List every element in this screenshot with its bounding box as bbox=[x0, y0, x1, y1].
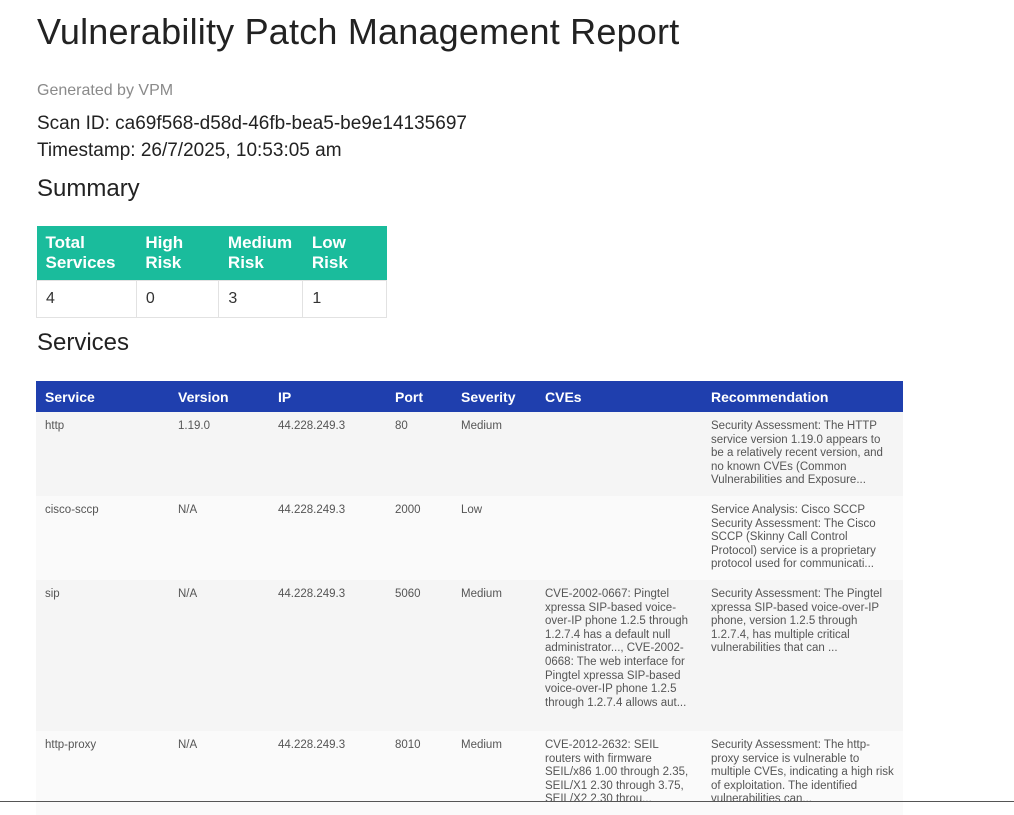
summary-header-total: Total Services bbox=[36, 226, 137, 281]
service-name: http bbox=[36, 412, 169, 496]
table-row: http-proxy N/A 44.228.249.3 8010 Medium … bbox=[36, 731, 903, 815]
service-version: N/A bbox=[169, 580, 269, 731]
table-row: cisco-sccp N/A 44.228.249.3 2000 Low Ser… bbox=[36, 496, 903, 580]
service-recommendation: Security Assessment: The Pingtel xpressa… bbox=[702, 580, 903, 731]
service-name: sip bbox=[36, 580, 169, 731]
services-table: Service Version IP Port Severity CVEs Re… bbox=[36, 381, 903, 815]
service-version: 1.19.0 bbox=[169, 412, 269, 496]
service-severity: Medium bbox=[452, 731, 536, 815]
report-title: Vulnerability Patch Management Report bbox=[37, 11, 680, 52]
summary-total-value: 4 bbox=[36, 280, 137, 318]
generated-by-label: Generated by VPM bbox=[37, 82, 174, 99]
summary-header-medium: Medium Risk bbox=[218, 226, 303, 281]
service-name: http-proxy bbox=[36, 731, 169, 815]
header-port: Port bbox=[386, 381, 452, 412]
summary-heading: Summary bbox=[37, 175, 140, 202]
service-cves bbox=[536, 412, 702, 496]
summary-low-value: 1 bbox=[302, 280, 387, 318]
summary-values-row: 4 0 3 1 bbox=[36, 280, 387, 318]
summary-high-value: 0 bbox=[135, 280, 220, 318]
page-bottom-divider bbox=[0, 801, 1014, 802]
header-recommendation: Recommendation bbox=[702, 381, 903, 412]
summary-medium-value: 3 bbox=[218, 280, 304, 318]
scan-id: Scan ID: ca69f568-d58d-46fb-bea5-be9e141… bbox=[37, 113, 467, 134]
service-ip: 44.228.249.3 bbox=[269, 580, 386, 731]
services-heading: Services bbox=[37, 329, 130, 356]
service-port: 8010 bbox=[386, 731, 452, 815]
table-row: sip N/A 44.228.249.3 5060 Medium CVE-200… bbox=[36, 580, 903, 731]
service-severity: Medium bbox=[452, 580, 536, 731]
summary-table: Total Services High Risk Medium Risk Low… bbox=[36, 226, 387, 318]
service-ip: 44.228.249.3 bbox=[269, 731, 386, 815]
service-recommendation: Security Assessment: The http-proxy serv… bbox=[702, 731, 903, 815]
service-severity: Low bbox=[452, 496, 536, 580]
table-row: http 1.19.0 44.228.249.3 80 Medium Secur… bbox=[36, 412, 903, 496]
service-cves: CVE-2002-0667: Pingtel xpressa SIP-based… bbox=[536, 580, 702, 731]
service-name: cisco-sccp bbox=[36, 496, 169, 580]
service-cves bbox=[536, 496, 702, 580]
service-ip: 44.228.249.3 bbox=[269, 412, 386, 496]
service-version: N/A bbox=[169, 731, 269, 815]
service-recommendation: Security Assessment: The HTTP service ve… bbox=[702, 412, 903, 496]
service-recommendation: Service Analysis: Cisco SCCP Security As… bbox=[702, 496, 903, 580]
header-cves: CVEs bbox=[536, 381, 702, 412]
header-version: Version bbox=[169, 381, 269, 412]
header-severity: Severity bbox=[452, 381, 536, 412]
service-port: 80 bbox=[386, 412, 452, 496]
header-ip: IP bbox=[269, 381, 386, 412]
service-cves: CVE-2012-2632: SEIL routers with firmwar… bbox=[536, 731, 702, 815]
summary-header-row: Total Services High Risk Medium Risk Low… bbox=[36, 226, 387, 281]
summary-header-high: High Risk bbox=[136, 226, 219, 281]
service-severity: Medium bbox=[452, 412, 536, 496]
summary-header-low: Low Risk bbox=[302, 226, 387, 281]
service-ip: 44.228.249.3 bbox=[269, 496, 386, 580]
service-port: 2000 bbox=[386, 496, 452, 580]
services-header-row: Service Version IP Port Severity CVEs Re… bbox=[36, 381, 903, 412]
timestamp: Timestamp: 26/7/2025, 10:53:05 am bbox=[37, 140, 342, 161]
service-port: 5060 bbox=[386, 580, 452, 731]
header-service: Service bbox=[36, 381, 169, 412]
service-version: N/A bbox=[169, 496, 269, 580]
